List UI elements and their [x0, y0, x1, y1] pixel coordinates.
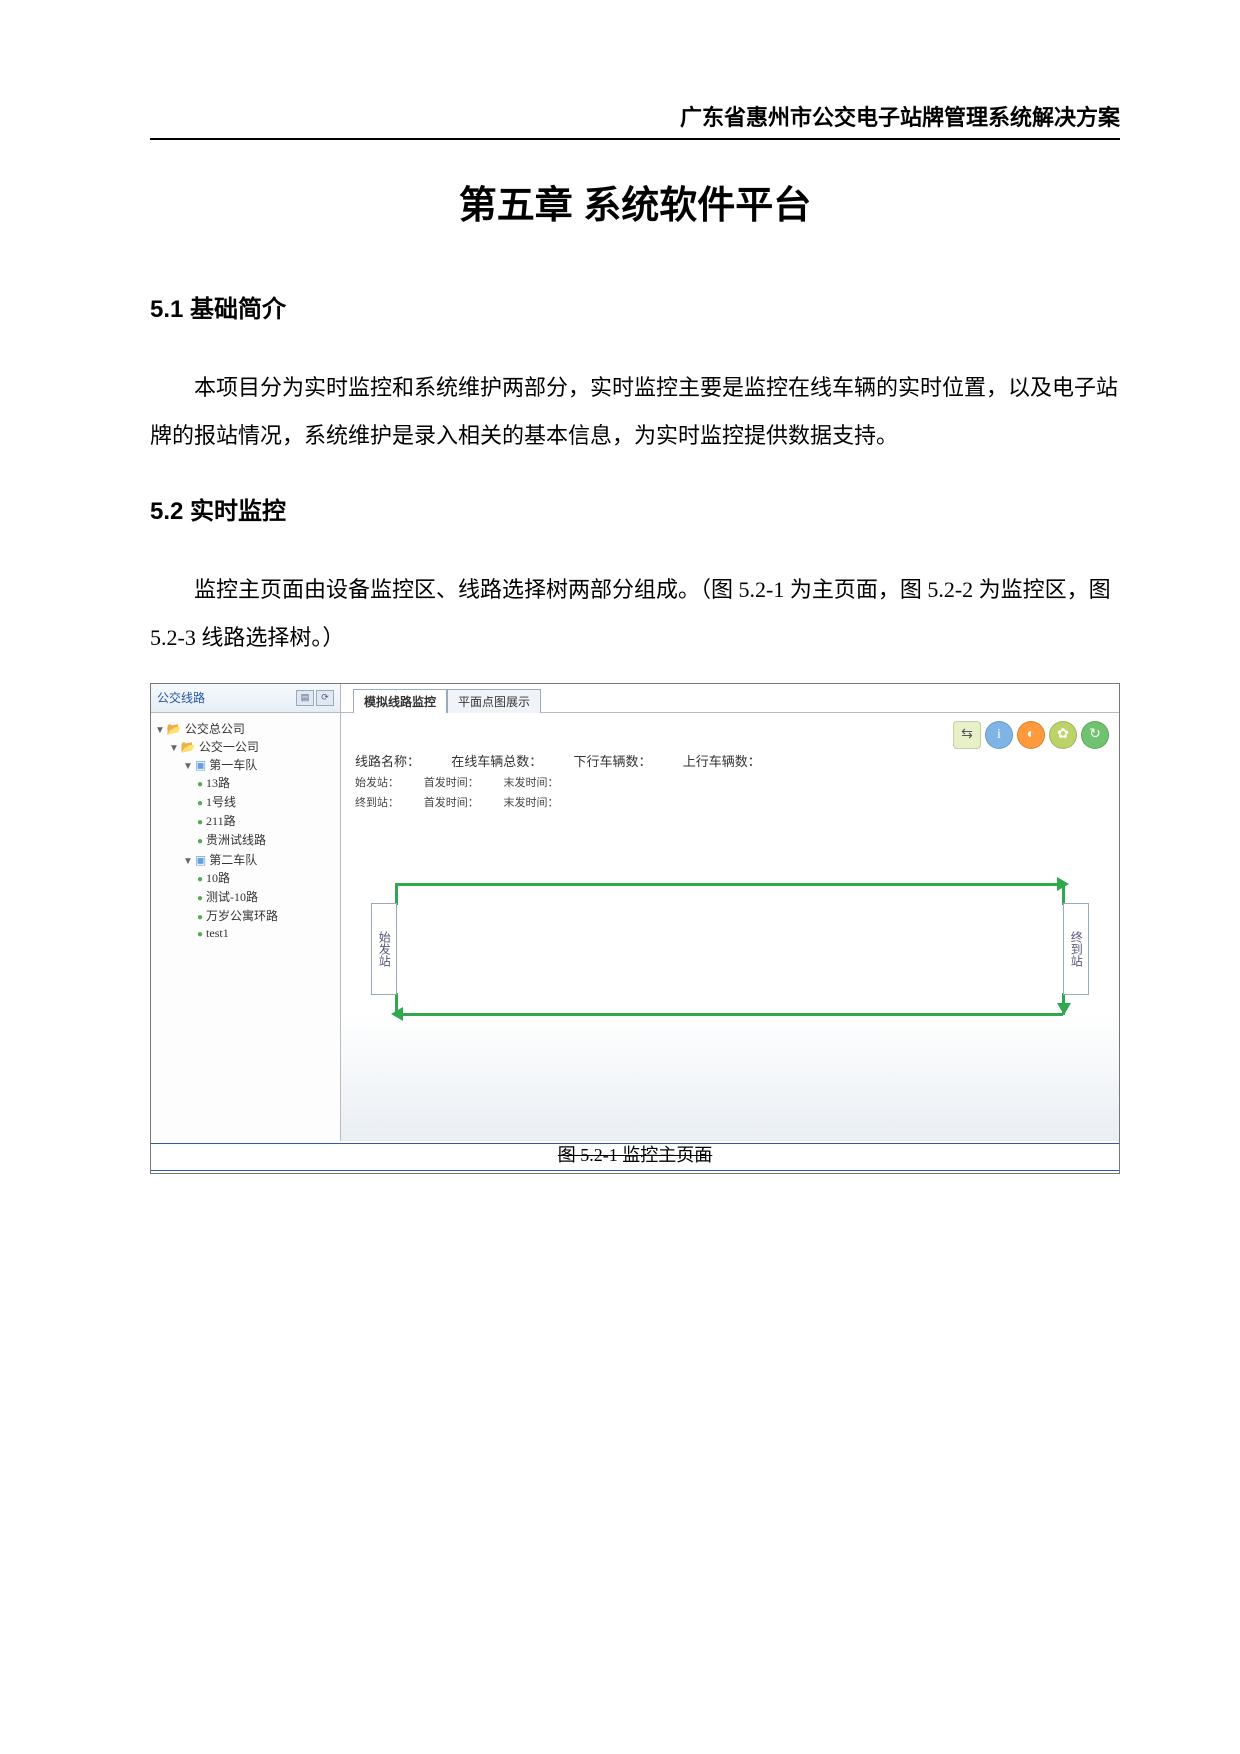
tree-line-10-label: 10路 — [206, 871, 230, 885]
tab-plane-point-display[interactable]: 平面点图展示 — [447, 689, 541, 713]
start-station-box-label: 始发站 — [377, 931, 391, 967]
tree-team-1[interactable]: ▼▣第一车队 ●13路 ●1号线 ●211路 ●贵洲试线路 — [183, 755, 336, 850]
tree-root-label: 公交总公司 — [185, 722, 245, 736]
toolbar-btn-4[interactable]: ✿ — [1049, 721, 1077, 749]
first-time-label-2: 首发时间： — [424, 797, 479, 809]
tree-line-wansui-label: 万岁公寓环路 — [206, 909, 278, 923]
route-line-left-up — [395, 883, 398, 905]
tree-team-2-label: 第二车队 — [209, 853, 257, 867]
tree-line-test1-label: test1 — [206, 926, 229, 940]
tree-team-2[interactable]: ▼▣第二车队 ●10路 ●测试-10路 ●万岁公寓环路 ●test1 — [183, 850, 336, 943]
monitor-toolbar: ⇆ i ◐ ✿ ↻ — [953, 721, 1109, 749]
page-header: 广东省惠州市公交电子站牌管理系统解决方案 — [150, 100, 1120, 140]
end-station-box-label: 终到站 — [1069, 931, 1083, 967]
start-station-label: 始发站： — [355, 777, 399, 789]
tree-line-10[interactable]: ●10路 — [197, 868, 336, 887]
tree-line-gz-label: 贵洲试线路 — [206, 833, 266, 847]
figure-caption: 图 5.2-1 监控主页面 — [151, 1141, 1119, 1173]
chapter-title: 第五章 系统软件平台 — [150, 174, 1120, 229]
tree-line-1-label: 1号线 — [206, 795, 236, 809]
tab-simulated-route-monitor[interactable]: 模拟线路监控 — [353, 689, 447, 713]
route-diagram: 始发站 终到站 — [371, 853, 1089, 1043]
tree-line-wansui[interactable]: ●万岁公寓环路 — [197, 906, 336, 925]
tree-line-13-label: 13路 — [206, 776, 230, 790]
up-count-label: 上行车辆数： — [683, 754, 761, 769]
tree-panel-title: 公交线路 — [157, 689, 205, 706]
tree-line-test1[interactable]: ●test1 — [197, 925, 336, 942]
monitor-tabs: 模拟线路监控 平面点图展示 — [341, 684, 541, 712]
down-count-label: 下行车辆数： — [574, 754, 652, 769]
section-5-2-heading: 5.2 实时监控 — [150, 491, 1120, 526]
route-info: 线路名称： 在线车辆总数： 下行车辆数： 上行车辆数： 始发站： 首发时间： 末… — [355, 751, 1105, 810]
online-total-label: 在线车辆总数： — [451, 754, 542, 769]
section-5-2-para: 监控主页面由设备监控区、线路选择树两部分组成。（图 5.2-1 为主页面，图 5… — [150, 566, 1120, 663]
last-time-label-2: 末发时间： — [504, 797, 559, 809]
tree-root[interactable]: ▼📂公交总公司 ▼📂公交一公司 ▼▣第一车队 ●13路 ●1号线 ●211路 — [155, 719, 336, 945]
figure-top-row: 公交线路 ▤ ⟳ 模拟线路监控 平面点图展示 — [151, 684, 1119, 713]
start-station-box: 始发站 — [371, 903, 397, 995]
tree-company-1[interactable]: ▼📂公交一公司 ▼▣第一车队 ●13路 ●1号线 ●211路 ●贵洲试线路 — [169, 737, 336, 944]
arrow-top-right-icon — [1057, 877, 1069, 891]
arrow-bottom-left-icon — [391, 1007, 403, 1021]
tree-line-test10-label: 测试-10路 — [206, 890, 258, 904]
tree-line-211-label: 211路 — [206, 814, 236, 828]
route-tree[interactable]: ▼📂公交总公司 ▼📂公交一公司 ▼▣第一车队 ●13路 ●1号线 ●211路 — [151, 713, 341, 1143]
route-name-label: 线路名称： — [355, 754, 420, 769]
route-line-top — [397, 883, 1063, 886]
end-station-box: 终到站 — [1063, 903, 1089, 995]
route-line-bottom — [397, 1013, 1063, 1016]
toolbar-btn-refresh[interactable]: ↻ — [1081, 721, 1109, 749]
tree-company-1-label: 公交一公司 — [199, 740, 259, 754]
tree-panel-header: 公交线路 ▤ ⟳ — [151, 684, 341, 712]
section-5-1-para: 本项目分为实时监控和系统维护两部分，实时监控主要是监控在线车辆的实时位置，以及电… — [150, 364, 1120, 461]
tree-line-test10[interactable]: ●测试-10路 — [197, 887, 336, 906]
tree-toolbar-icon-1[interactable]: ▤ — [296, 690, 314, 706]
tree-line-13[interactable]: ●13路 — [197, 773, 336, 792]
toolbar-btn-1[interactable]: ⇆ — [953, 721, 981, 749]
last-time-label: 末发时间： — [504, 777, 559, 789]
section-5-1-heading: 5.1 基础简介 — [150, 289, 1120, 324]
end-station-label: 终到站： — [355, 797, 399, 809]
tree-toolbar-icon-2[interactable]: ⟳ — [316, 690, 334, 706]
monitor-area: ⇆ i ◐ ✿ ↻ 线路名称： 在线车辆总数： 下行车辆数： 上行车辆数： 始发… — [341, 713, 1119, 1143]
figure-5-2-1: 公交线路 ▤ ⟳ 模拟线路监控 平面点图展示 ▼📂公交总公司 ▼📂公交一公司 — [150, 683, 1120, 1174]
tree-team-1-label: 第一车队 — [209, 758, 257, 772]
tree-line-gz[interactable]: ●贵洲试线路 — [197, 830, 336, 849]
arrow-right-down-icon — [1057, 1003, 1071, 1015]
first-time-label: 首发时间： — [424, 777, 479, 789]
tree-line-1[interactable]: ●1号线 — [197, 792, 336, 811]
toolbar-btn-info[interactable]: i — [985, 721, 1013, 749]
tree-line-211[interactable]: ●211路 — [197, 811, 336, 830]
toolbar-btn-3[interactable]: ◐ — [1017, 721, 1045, 749]
